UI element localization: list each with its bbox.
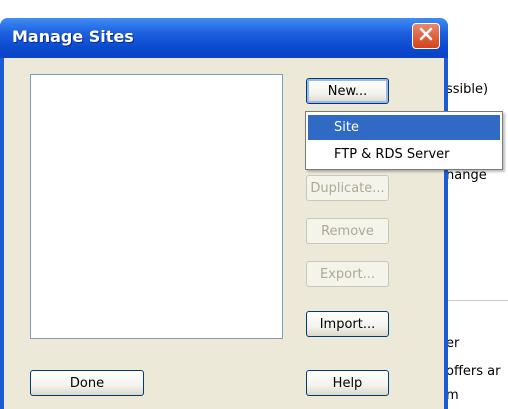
manage-sites-dialog: Manage Sites New... Duplicate... Remove …: [0, 18, 448, 409]
background-text-fragment: offers ar: [446, 364, 501, 379]
background-divider: [448, 300, 508, 301]
import-button[interactable]: Import...: [306, 311, 389, 337]
sites-list[interactable]: [30, 74, 283, 339]
close-x-icon: [418, 26, 434, 46]
help-button[interactable]: Help: [306, 370, 389, 396]
close-button[interactable]: [412, 23, 440, 49]
menu-item-ftp-rds-server[interactable]: FTP & RDS Server: [308, 142, 500, 167]
export-button[interactable]: Export...: [306, 261, 389, 287]
remove-button[interactable]: Remove: [306, 218, 389, 244]
menu-item-site[interactable]: Site: [308, 115, 500, 140]
new-button[interactable]: New...: [306, 78, 389, 104]
title-bar[interactable]: Manage Sites: [0, 18, 448, 58]
dialog-title: Manage Sites: [12, 27, 134, 46]
new-site-menu: Site FTP & RDS Server: [305, 111, 503, 170]
background-text-fragment: ssible): [446, 82, 489, 97]
background-text-fragment: er: [446, 336, 460, 351]
done-button[interactable]: Done: [30, 370, 144, 396]
duplicate-button[interactable]: Duplicate...: [306, 175, 389, 201]
background-text-fragment: nange: [446, 168, 487, 183]
